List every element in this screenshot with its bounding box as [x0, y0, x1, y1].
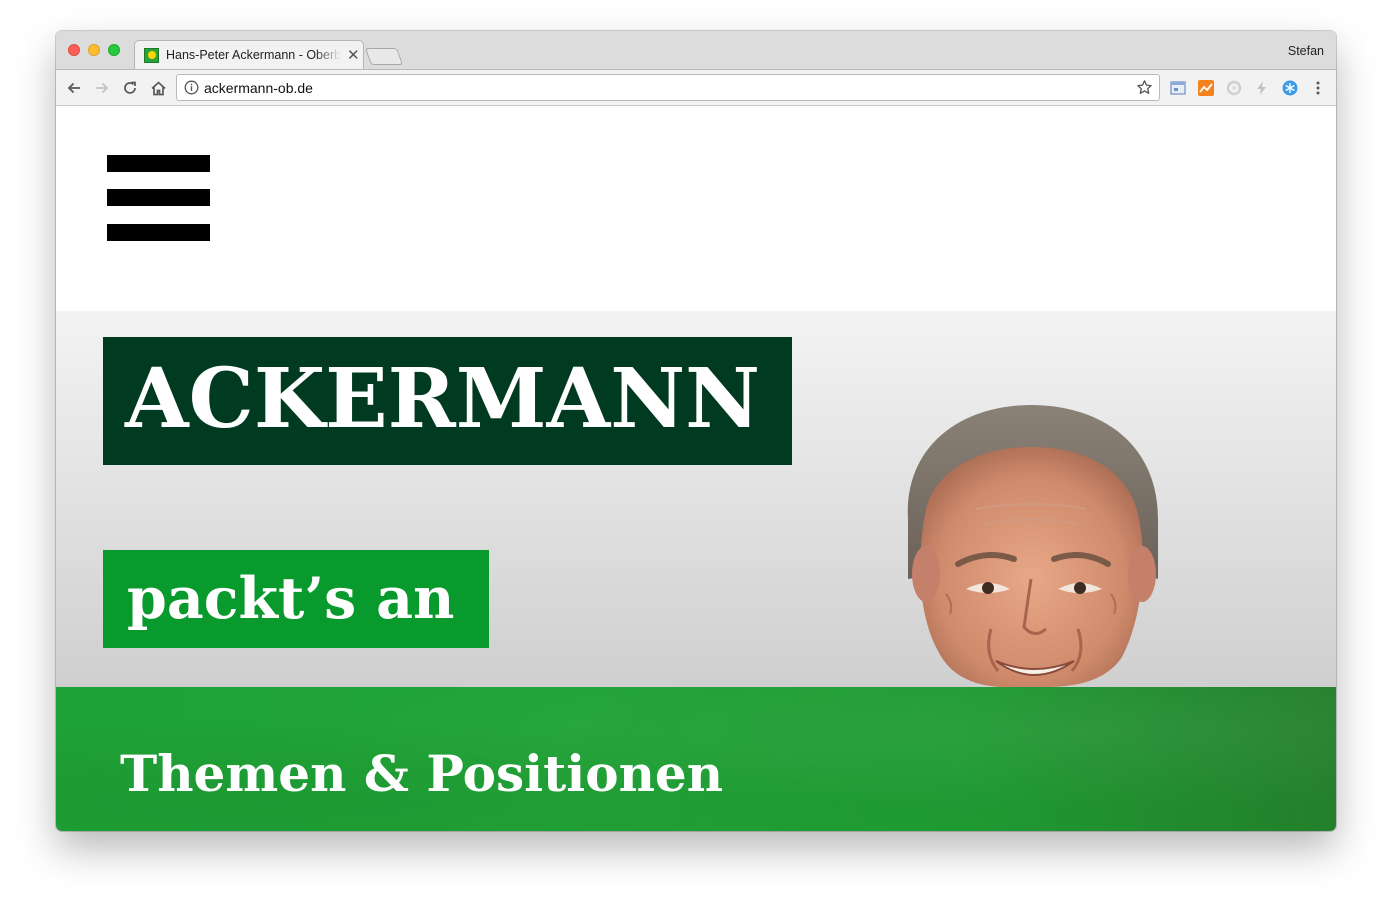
hamburger-menu-icon[interactable] [107, 155, 210, 241]
info-icon[interactable] [184, 80, 199, 95]
browser-toolbar: ackermann-ob.de [56, 69, 1336, 106]
close-window-button[interactable] [68, 44, 80, 56]
address-bar[interactable]: ackermann-ob.de [176, 74, 1160, 101]
tab-strip: Hans-Peter Ackermann - Oberbürgermeister… [56, 31, 1336, 69]
snowflake-extension-icon[interactable] [1282, 80, 1298, 96]
candidate-name-box: ACKERMANN [103, 337, 792, 465]
tab-close-icon[interactable]: ✕ [347, 48, 360, 63]
analytics-extension-icon[interactable] [1198, 80, 1214, 96]
candidate-name: ACKERMANN [125, 351, 761, 447]
slogan-box: packt’s an [103, 550, 489, 648]
menu-dots-icon[interactable] [1310, 80, 1326, 96]
url-text[interactable]: ackermann-ob.de [204, 80, 313, 96]
topics-band: Themen & Positionen [56, 687, 1336, 831]
reload-icon[interactable] [120, 78, 140, 98]
bookmark-star-icon[interactable] [1136, 79, 1153, 96]
web-page: ACKERMANN packt’s an Themen & Positionen [56, 106, 1336, 831]
hero-section: ACKERMANN packt’s an [56, 311, 1336, 687]
back-arrow-icon[interactable] [64, 78, 84, 98]
tab-title: Hans-Peter Ackermann - Oberbürgermeister [166, 48, 341, 62]
forward-arrow-icon[interactable] [92, 78, 112, 98]
candidate-portrait [907, 404, 1158, 687]
maximize-window-button[interactable] [108, 44, 120, 56]
new-tab-button[interactable] [364, 48, 404, 65]
lightning-extension-icon[interactable] [1254, 80, 1270, 96]
minimize-window-button[interactable] [88, 44, 100, 56]
spiral-extension-icon[interactable] [1226, 80, 1242, 96]
topics-link[interactable]: Themen & Positionen [120, 742, 723, 806]
browser-window: Hans-Peter Ackermann - Oberbürgermeister… [56, 31, 1336, 831]
home-icon[interactable] [148, 78, 168, 98]
slogan: packt’s an [127, 565, 455, 632]
window-extension-icon[interactable] [1170, 80, 1186, 96]
profile-name[interactable]: Stefan [1288, 44, 1324, 58]
sunflower-favicon-icon [144, 47, 159, 63]
active-tab-content[interactable]: Hans-Peter Ackermann - Oberbürgermeister… [144, 41, 364, 69]
